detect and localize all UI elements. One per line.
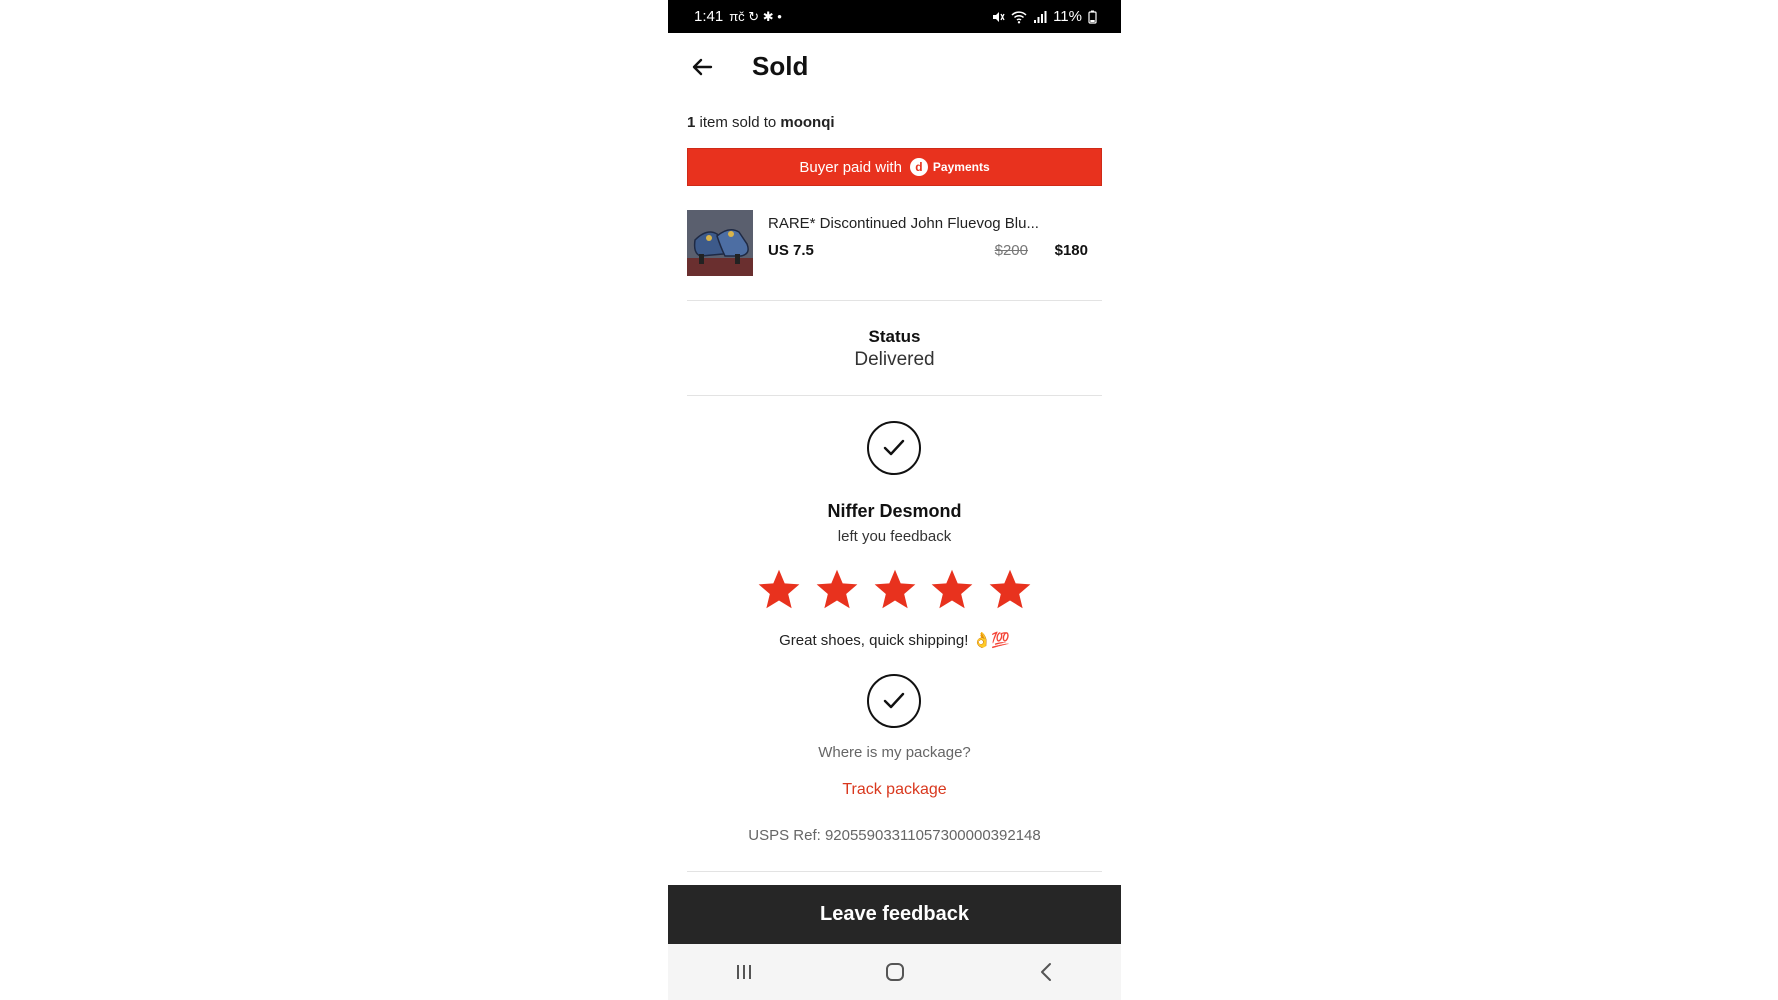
- sold-item-row[interactable]: RARE* Discontinued John Fluevog Blu... U…: [687, 210, 1102, 276]
- package-question: Where is my package?: [818, 744, 971, 761]
- recent-apps-icon: [736, 965, 751, 979]
- buyer-name[interactable]: moonqi: [780, 114, 834, 131]
- recent-apps-button[interactable]: [724, 957, 764, 987]
- sold-text: item sold to: [695, 114, 781, 131]
- payments-logo: d Payments: [909, 158, 990, 176]
- phone-screen: 1:41 πč ↻ ✱ • 11% Sold 1 item sold to mo…: [668, 0, 1121, 1000]
- usps-reference: USPS Ref: 9205590331105730000039214​8: [748, 827, 1041, 844]
- item-title[interactable]: RARE* Discontinued John Fluevog Blu...: [768, 215, 1039, 232]
- payments-logo-text: Payments: [932, 160, 990, 174]
- item-thumbnail[interactable]: [687, 210, 753, 276]
- arrow-left-icon: [692, 58, 713, 76]
- notification-icons: πč ↻ ✱ •: [729, 8, 782, 24]
- status-label: Status: [868, 327, 921, 346]
- status-bar: 1:41 πč ↻ ✱ • 11%: [668, 0, 1121, 33]
- track-package-link[interactable]: Track package: [668, 781, 1121, 799]
- sold-summary: 1 item sold to moonqi: [687, 114, 835, 131]
- star-icon: [758, 569, 800, 609]
- star-rating: [757, 567, 1032, 611]
- item-size: US 7.5: [768, 242, 814, 259]
- checkmark-icon: [883, 692, 905, 709]
- page-title: Sold: [752, 51, 809, 81]
- status-time: 1:41: [694, 8, 724, 25]
- star-icon: [874, 569, 915, 609]
- payment-banner: Buyer paid with d Payments: [687, 148, 1102, 186]
- payment-banner-text: Buyer paid with: [799, 158, 902, 176]
- feedback-check-icon: [867, 421, 921, 475]
- divider: [687, 395, 1102, 396]
- system-nav-bar: [668, 944, 1121, 1000]
- shoe-image: [687, 210, 753, 276]
- app-header: Sold: [668, 33, 1121, 99]
- divider: [687, 871, 1102, 872]
- payments-logo-icon: d: [909, 158, 928, 176]
- battery-percent: 11%: [1053, 8, 1082, 25]
- star-icon: [931, 569, 973, 609]
- feedback-comment: Great shoes, quick shipping! 👌💯: [779, 632, 1010, 649]
- battery-icon: [1088, 10, 1097, 24]
- status-value: Delivered: [854, 349, 935, 370]
- delivery-check-icon: [867, 674, 921, 728]
- feedback-author: Niffer Desmond: [827, 501, 962, 521]
- wifi-icon: [1011, 10, 1027, 23]
- back-icon: [1040, 963, 1051, 981]
- original-price: $200: [994, 242, 1028, 259]
- feedback-subtitle: left you feedback: [837, 528, 952, 545]
- checkmark-icon: [883, 439, 905, 456]
- leave-feedback-button[interactable]: Leave feedback: [668, 885, 1121, 944]
- system-back-button[interactable]: [1026, 957, 1066, 987]
- home-icon: [885, 963, 904, 981]
- star-icon: [989, 569, 1031, 609]
- divider: [687, 300, 1102, 301]
- mute-icon: [993, 11, 1005, 22]
- sale-price: $180: [1054, 242, 1088, 259]
- home-button[interactable]: [875, 957, 915, 987]
- signal-icon: [1034, 10, 1047, 23]
- star-icon: [816, 569, 858, 609]
- back-button[interactable]: [684, 49, 720, 85]
